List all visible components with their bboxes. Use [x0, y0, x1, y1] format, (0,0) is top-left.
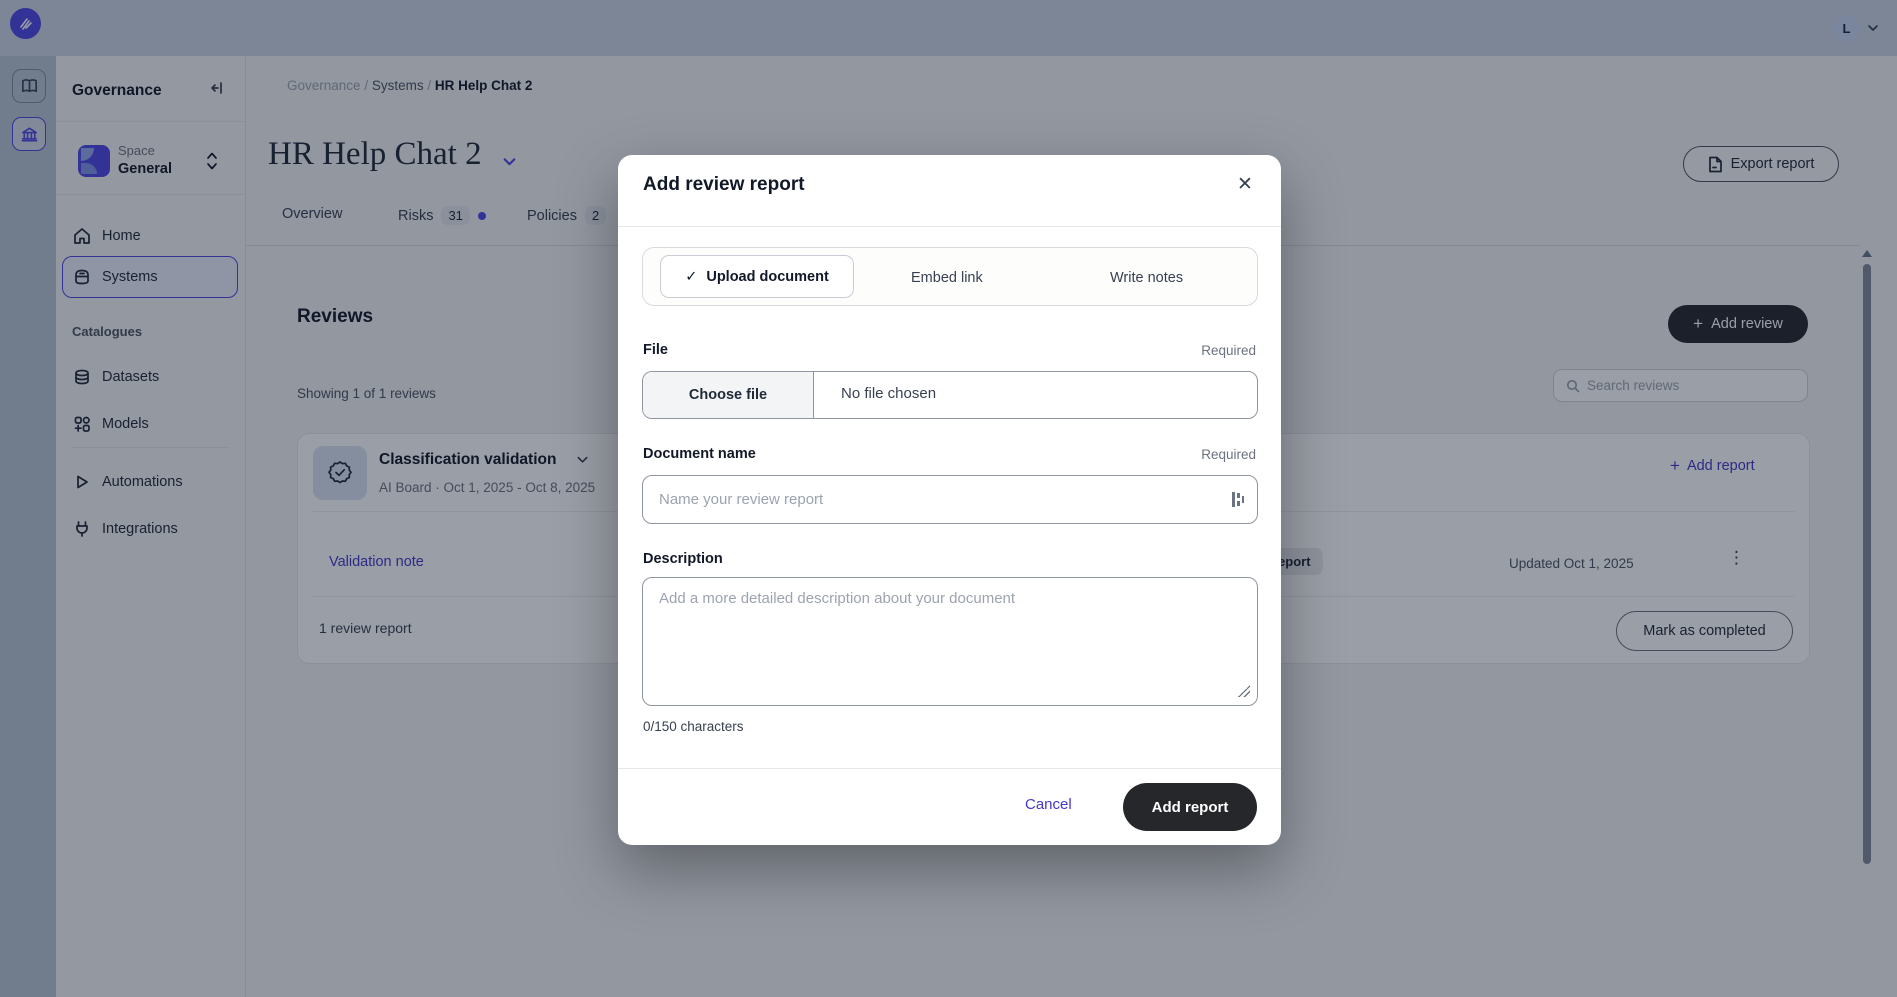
close-icon[interactable]: ✕: [1230, 169, 1260, 199]
add-review-report-modal: Add review report ✕ ✓ Upload document Em…: [618, 155, 1281, 845]
modal-title: Add review report: [643, 174, 805, 196]
document-name-label: Document name: [643, 446, 756, 462]
file-label: File: [643, 342, 668, 358]
input-adornment-icon: [1232, 492, 1244, 507]
file-required-hint: Required: [1201, 343, 1256, 358]
check-icon: ✓: [685, 269, 697, 285]
character-counter: 0/150 characters: [643, 719, 744, 734]
description-textarea[interactable]: [642, 577, 1258, 706]
app-screen: L i Governance Space: [0, 0, 1897, 997]
add-report-submit-button[interactable]: Add report: [1123, 783, 1257, 831]
file-status-text: No file chosen: [841, 385, 936, 402]
tab-upload-document[interactable]: ✓ Upload document: [660, 255, 854, 298]
resize-handle[interactable]: [1238, 685, 1250, 697]
description-label: Description: [643, 551, 723, 567]
choose-file-button[interactable]: Choose file: [643, 372, 814, 418]
file-input: Choose file No file chosen: [642, 371, 1258, 419]
tab-embed-link[interactable]: Embed link: [911, 248, 983, 307]
tab-write-notes[interactable]: Write notes: [1110, 248, 1183, 307]
cancel-button[interactable]: Cancel: [1025, 796, 1072, 813]
report-type-segmented-control: ✓ Upload document Embed link Write notes: [642, 247, 1258, 306]
document-name-required-hint: Required: [1201, 447, 1256, 462]
document-name-input[interactable]: [642, 475, 1258, 524]
